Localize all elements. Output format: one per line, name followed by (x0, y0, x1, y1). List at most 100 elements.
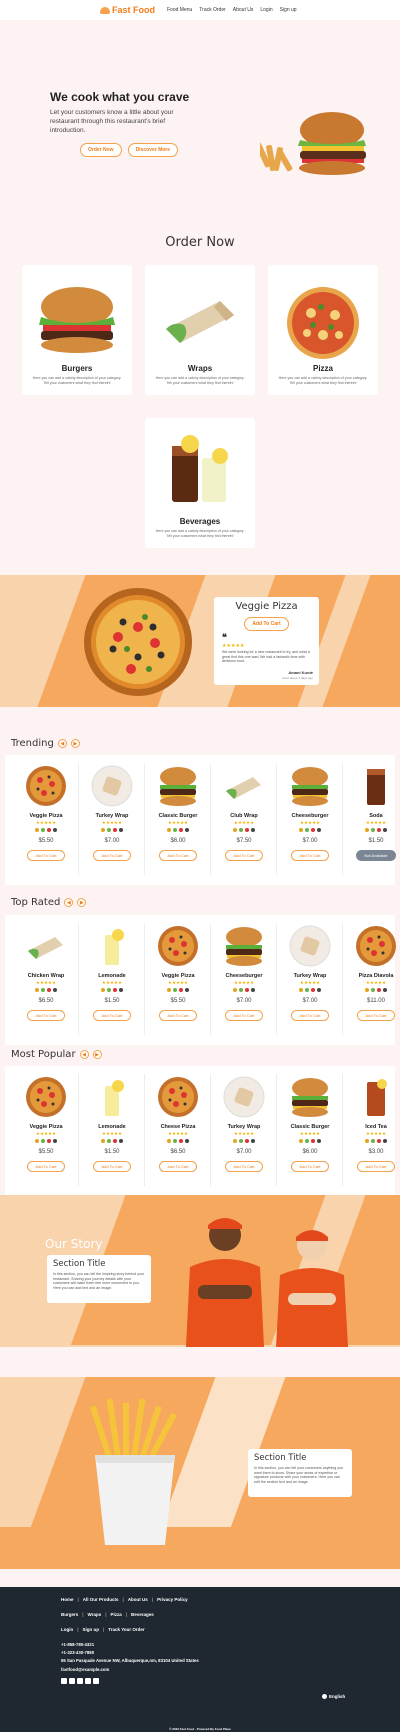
category-description: Here you can add a catchy description of… (155, 376, 245, 385)
product-card-classic-burger[interactable]: Classic Burger ★★★★★ $6.00 Add To Cart (277, 1074, 343, 1173)
veggie-pizza-image (145, 923, 211, 969)
nav-sign-up[interactable]: Sign up (280, 7, 297, 13)
category-card-beverages[interactable]: Beverages Here you can add a catchy desc… (145, 418, 255, 548)
product-card-lemonade[interactable]: Lemonade ★★★★★ $1.50 Add To Cart (79, 1074, 145, 1173)
add-to-cart-button[interactable]: Add To Cart (27, 1010, 65, 1021)
add-to-cart-button[interactable]: Add To Cart (159, 1010, 197, 1021)
add-to-cart-button[interactable]: Add To Cart (159, 1161, 197, 1172)
card-divider (342, 1074, 343, 1186)
footer-beverages-link[interactable]: Beverages (131, 1612, 154, 1617)
nav-food-menu[interactable]: Food Menu (167, 7, 192, 13)
diet-dot-icon (119, 828, 123, 832)
product-card-lemonade[interactable]: Lemonade ★★★★★ $1.50 Add To Cart (79, 923, 145, 1022)
add-to-cart-button[interactable]: Add To Cart (291, 850, 329, 861)
footer-burgers-link[interactable]: Burgers (61, 1612, 78, 1617)
footer-about-link[interactable]: About Us (128, 1597, 148, 1602)
footer-products-link[interactable]: All Our Products (83, 1597, 119, 1602)
diet-dot-icon (107, 1139, 111, 1143)
category-card-pizza[interactable]: Pizza Here you can add a catchy descript… (268, 265, 378, 395)
add-to-cart-button[interactable]: Add To Cart (93, 1161, 131, 1172)
product-card-veggie-pizza[interactable]: Veggie Pizza ★★★★★ $5.50 Add To Cart (13, 1074, 79, 1173)
category-card-burgers[interactable]: Burgers Here you can add a catchy descri… (22, 265, 132, 395)
product-card-iced-tea[interactable]: Iced Tea ★★★★★ $3.00 Add To Cart (343, 1074, 400, 1173)
product-card-turkey-wrap[interactable]: Turkey Wrap ★★★★★ $7.00 Add To Cart (211, 1074, 277, 1173)
discover-more-button[interactable]: Discover More (127, 143, 179, 157)
card-divider (276, 1074, 277, 1186)
prev-arrow-icon[interactable]: ◀ (64, 898, 74, 907)
prev-arrow-icon[interactable]: ◀ (79, 1050, 89, 1059)
footer-track-link[interactable]: Track Your Order (108, 1627, 144, 1632)
facebook-icon[interactable] (61, 1678, 67, 1684)
footer-pizza-link[interactable]: Pizza (110, 1612, 121, 1617)
add-to-cart-button[interactable]: Add To Cart (291, 1010, 329, 1021)
card-divider (210, 1074, 211, 1186)
footer-email[interactable]: fastfood@example.com (61, 1667, 109, 1672)
product-card-soda[interactable]: Soda ★★★★★ $1.50 Not Available (343, 763, 400, 862)
product-card-cheese-pizza[interactable]: Cheese Pizza ★★★★★ $6.50 Add To Cart (145, 1074, 211, 1173)
footer-signup-link[interactable]: Sign up (83, 1627, 100, 1632)
card-divider (210, 763, 211, 875)
promo-add-to-cart-button[interactable]: Add To Cart (244, 617, 289, 631)
product-card-pizza-diavola[interactable]: Pizza Diavola ★★★★★ $11.00 Add To Cart (343, 923, 400, 1022)
product-price: $7.00 (104, 838, 120, 844)
add-to-cart-button[interactable]: Add To Cart (357, 1010, 395, 1021)
linkedin-icon[interactable] (93, 1678, 99, 1684)
add-to-cart-button[interactable]: Add To Cart (27, 850, 65, 861)
footer-login-link[interactable]: Login (61, 1627, 73, 1632)
next-arrow-icon[interactable]: ▶ (77, 898, 87, 907)
category-name: Burgers (61, 364, 93, 373)
hero-burger-image (260, 112, 366, 175)
product-card-chicken-wrap[interactable]: Chicken Wrap ★★★★★ $6.50 Add To Cart (13, 923, 79, 1022)
add-to-cart-button[interactable]: Add To Cart (357, 1161, 395, 1172)
product-card-cheeseburger[interactable]: Cheeseburger ★★★★★ $7.00 Add To Cart (277, 763, 343, 862)
card-divider (78, 1074, 79, 1186)
product-name: Classic Burger (290, 1124, 330, 1130)
add-to-cart-button[interactable]: Add To Cart (159, 850, 197, 861)
product-card-club-wrap[interactable]: Club Wrap ★★★★★ $7.50 Add To Cart (211, 763, 277, 862)
add-to-cart-button[interactable]: Add To Cart (225, 850, 263, 861)
product-card-veggie-pizza[interactable]: Veggie Pizza ★★★★★ $5.50 Add To Cart (145, 923, 211, 1022)
product-card-veggie-pizza[interactable]: Veggie Pizza ★★★★★ $5.50 Add To Cart (13, 763, 79, 862)
diet-dot-icon (185, 988, 189, 992)
product-card-turkey-wrap[interactable]: Turkey Wrap ★★★★★ $7.00 Add To Cart (277, 923, 343, 1022)
not-available-button[interactable]: Not Available (356, 850, 396, 861)
language-selector[interactable]: English (322, 1694, 345, 1699)
youtube-icon[interactable] (69, 1678, 75, 1684)
next-arrow-icon[interactable]: ▶ (70, 739, 80, 748)
nav-login[interactable]: Login (260, 7, 272, 13)
add-to-cart-button[interactable]: Add To Cart (225, 1161, 263, 1172)
product-price: $6.50 (170, 1149, 186, 1155)
product-rating: ★★★★★ (167, 820, 189, 825)
add-to-cart-button[interactable]: Add To Cart (291, 1161, 329, 1172)
diet-dot-icon (311, 828, 315, 832)
product-rating: ★★★★★ (299, 980, 321, 985)
prev-arrow-icon[interactable]: ◀ (57, 739, 67, 748)
product-card-cheeseburger[interactable]: Cheeseburger ★★★★★ $7.00 Add To Cart (211, 923, 277, 1022)
product-card-turkey-wrap[interactable]: Turkey Wrap ★★★★★ $7.00 Add To Cart (79, 763, 145, 862)
footer-privacy-link[interactable]: Privacy Policy (157, 1597, 188, 1602)
footer-wraps-link[interactable]: Wraps (88, 1612, 102, 1617)
add-to-cart-button[interactable]: Add To Cart (27, 1161, 65, 1172)
nav-about-us[interactable]: About Us (233, 7, 254, 13)
instagram-icon[interactable] (85, 1678, 91, 1684)
next-arrow-icon[interactable]: ▶ (92, 1050, 102, 1059)
product-rating: ★★★★★ (35, 820, 57, 825)
category-card-wraps[interactable]: Wraps Here you can add a catchy descript… (145, 265, 255, 395)
add-to-cart-button[interactable]: Add To Cart (93, 850, 131, 861)
diet-dot-icon (245, 828, 249, 832)
product-price: $6.00 (302, 1149, 318, 1155)
twitter-icon[interactable] (77, 1678, 83, 1684)
card-divider (144, 1074, 145, 1186)
product-rating: ★★★★★ (233, 980, 255, 985)
product-card-classic-burger[interactable]: Classic Burger ★★★★★ $6.00 Add To Cart (145, 763, 211, 862)
add-to-cart-button[interactable]: Add To Cart (93, 1010, 131, 1021)
footer-phone-2[interactable]: +1-323-430-7880 (61, 1650, 94, 1655)
footer-home-link[interactable]: Home (61, 1597, 74, 1602)
nav-track-order[interactable]: Track Order (199, 7, 225, 13)
card-divider (276, 923, 277, 1035)
brand-logo[interactable]: Fast Food (100, 5, 155, 15)
order-now-button[interactable]: Order Now (80, 143, 122, 157)
add-to-cart-button[interactable]: Add To Cart (225, 1010, 263, 1021)
footer-phone-1[interactable]: +1-858-780-4321 (61, 1642, 94, 1647)
diet-dot-icon (41, 988, 45, 992)
